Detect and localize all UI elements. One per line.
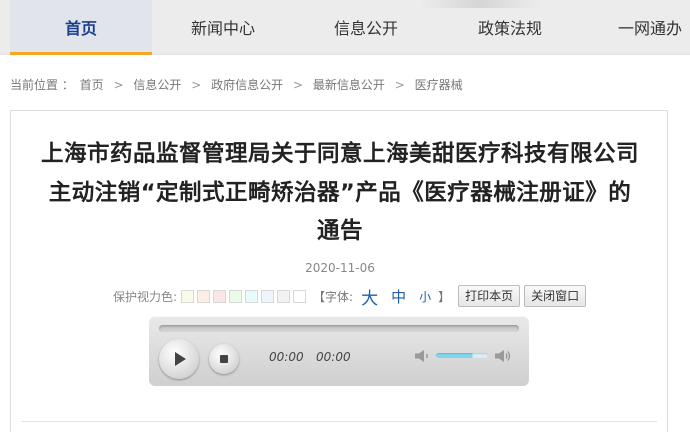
breadcrumb-separator: > (113, 78, 124, 92)
close-window-button[interactable]: 关闭窗口 (524, 285, 587, 307)
article-title-line: 通告 (316, 218, 363, 244)
breadcrumb: 当前位置 ： 首页 > 信息公开 > 政府信息公开 > 最新信息公开 > 医疗器… (10, 76, 463, 93)
article-title-line: 主动注销“定制式正畸矫治器”产品《医疗器械注册证》的 (48, 179, 632, 206)
play-icon[interactable] (159, 339, 199, 379)
article-title-line: 上海市药品监督管理局关于同意上海美甜医疗科技有限公司 (40, 141, 639, 167)
volume-max-icon[interactable] (494, 349, 512, 363)
eye-care-label: 保护视力色: (113, 289, 178, 304)
audio-progress-bar[interactable] (159, 325, 519, 332)
breadcrumb-separator: > (394, 78, 405, 92)
font-size-label-close: 】 (438, 289, 451, 304)
breadcrumb-item-medical-devices[interactable]: 医疗器械 (415, 78, 463, 92)
breadcrumb-separator: > (292, 78, 304, 92)
article-date: 2020-11-06 (305, 261, 375, 275)
stop-icon[interactable] (209, 344, 239, 374)
color-swatch[interactable] (229, 289, 243, 303)
font-size-small-button[interactable]: 小 (419, 288, 431, 305)
color-swatch[interactable] (197, 289, 211, 303)
audio-player: 00:00 00:00 (149, 316, 529, 386)
content-divider (21, 421, 657, 422)
current-time: 00:00 (269, 350, 304, 364)
breadcrumb-item-home[interactable]: 首页 (80, 78, 104, 92)
nav-item-policy[interactable]: 政策法规 (438, 0, 582, 55)
nav-item-info-disclosure[interactable]: 信息公开 (294, 0, 438, 55)
font-size-label: 【字体: (313, 289, 354, 304)
volume-mute-icon[interactable] (414, 349, 432, 363)
color-swatch[interactable] (277, 289, 291, 303)
breadcrumb-item-info-disclosure[interactable]: 信息公开 (133, 78, 181, 92)
breadcrumb-separator: > (191, 78, 202, 92)
color-swatch[interactable] (181, 289, 195, 303)
font-size-medium-button[interactable]: 中 (391, 286, 406, 307)
top-nav: 首页 新闻中心 信息公开 政策法规 一网通办 (0, 0, 690, 55)
color-swatch[interactable] (261, 289, 275, 303)
breadcrumb-prefix: 当前位置 ： (10, 78, 74, 92)
nav-item-home[interactable]: 首页 (10, 0, 152, 55)
nav-item-news[interactable]: 新闻中心 (152, 0, 294, 55)
color-swatch[interactable] (245, 289, 259, 303)
article-tools: 保护视力色: 【字体: 大 中 小 】 打印本页 关闭窗口 (113, 284, 587, 309)
print-button[interactable]: 打印本页 (458, 285, 521, 307)
volume-slider[interactable] (436, 353, 488, 358)
article-panel: 上海市药品监督管理局关于同意上海美甜医疗科技有限公司 主动注销“定制式正畸矫治器… (10, 110, 668, 432)
nav-item-one-stop-service[interactable]: 一网通办 (582, 0, 690, 55)
color-swatch[interactable] (293, 289, 307, 303)
font-size-large-button[interactable]: 大 (361, 284, 378, 309)
article-title: 上海市药品监督管理局关于同意上海美甜医疗科技有限公司 主动注销“定制式正畸矫治器… (11, 135, 669, 251)
duration-time: 00:00 (316, 350, 351, 364)
color-swatch[interactable] (213, 289, 227, 303)
breadcrumb-item-gov-info[interactable]: 政府信息公开 (211, 78, 283, 92)
breadcrumb-item-latest-info[interactable]: 最新信息公开 (313, 78, 385, 92)
